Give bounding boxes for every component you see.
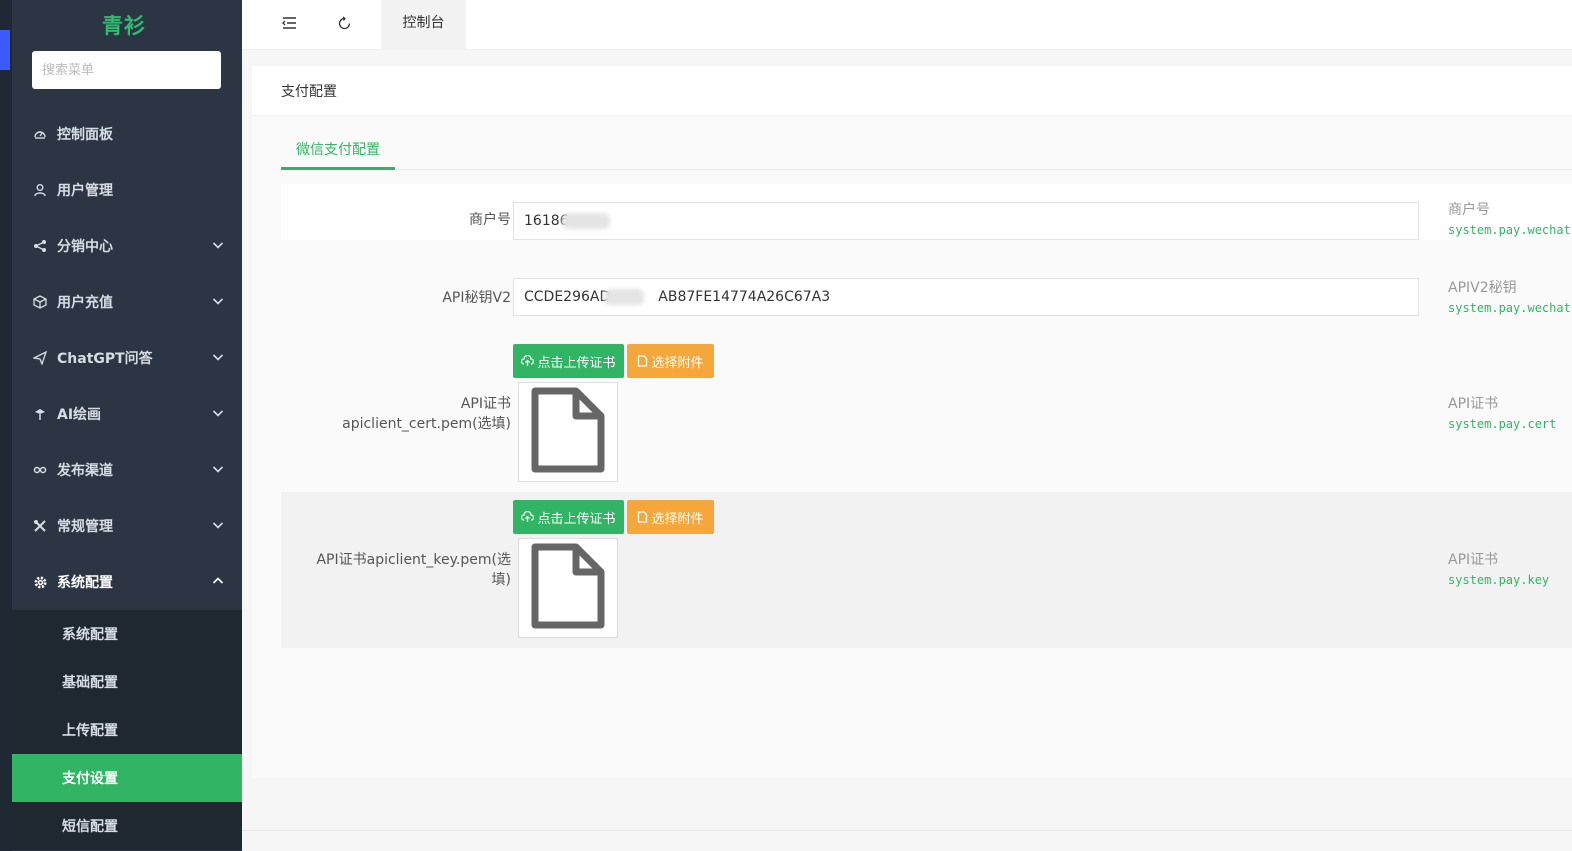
upload-cert-button[interactable]: 点击上传证书	[513, 344, 624, 378]
share-icon	[32, 238, 48, 254]
submenu-item-system-config[interactable]: 系统配置	[12, 610, 242, 658]
help-code: system.pay.cert	[1448, 417, 1557, 431]
payment-config-card: 支付配置 微信支付配置 商户号 商户号 system.pay.wechat AP…	[252, 66, 1572, 778]
redaction-blur	[562, 213, 610, 229]
sidebar-item-label: 用户管理	[57, 183, 113, 199]
left-edge-accent	[0, 30, 10, 70]
field-label: 商户号	[469, 212, 511, 228]
field-help: 商户号 system.pay.wechat	[1448, 200, 1571, 240]
sidebar-item-channels[interactable]: 发布渠道	[12, 442, 242, 498]
left-edge-strip	[0, 0, 12, 851]
tools-icon	[32, 518, 48, 534]
sidebar-item-users[interactable]: 用户管理	[12, 162, 242, 218]
choose-attachment-button[interactable]: 选择附件	[627, 500, 714, 534]
chevron-down-icon	[212, 463, 224, 475]
form-row-api-key-file: API证书apiclient_key.pem(选填) 点击上传证书 选择附件 A…	[281, 492, 1572, 648]
card-title: 支付配置	[252, 66, 1572, 116]
sidebar-item-recharge[interactable]: 用户充值	[12, 274, 242, 330]
config-tabs: 微信支付配置	[281, 130, 1572, 170]
sidebar-item-label: 发布渠道	[57, 463, 113, 479]
key-file-preview[interactable]	[518, 538, 618, 638]
upload-cert-button[interactable]: 点击上传证书	[513, 500, 624, 534]
help-title: APIV2秘钥	[1448, 280, 1517, 296]
sidebar-item-general[interactable]: 常规管理	[12, 498, 242, 554]
button-label: 选择附件	[651, 355, 704, 371]
footer-divider	[242, 830, 1572, 831]
sidebar-submenu-system: 系统配置 基础配置 上传配置 支付设置 短信配置	[12, 610, 242, 850]
cube-icon	[32, 294, 48, 310]
chevron-down-icon	[212, 351, 224, 363]
form-row-api-cert: API证书apiclient_cert.pem(选填) 点击上传证书 选择附件 …	[281, 332, 1572, 492]
chevron-down-icon	[212, 519, 224, 531]
chevron-down-icon	[212, 407, 224, 419]
api-key-input[interactable]: CCDE296AD AB87FE14774A26C67A3	[513, 278, 1419, 316]
user-icon	[32, 182, 48, 198]
sidebar-item-dashboard[interactable]: 控制面板	[12, 106, 242, 162]
chevron-down-icon	[212, 295, 224, 307]
refresh-button[interactable]	[319, 0, 369, 50]
cert-file-preview[interactable]	[518, 382, 618, 482]
send-icon	[32, 350, 48, 366]
help-code: system.pay.key	[1448, 573, 1550, 587]
help-title: 商户号	[1448, 202, 1490, 218]
submenu-item-sms-config[interactable]: 短信配置	[12, 802, 242, 850]
file-icon	[637, 355, 648, 367]
field-help: APIV2秘钥 system.pay.wechat	[1448, 278, 1571, 318]
submenu-item-basic-config[interactable]: 基础配置	[12, 658, 242, 706]
sidebar-item-label: ChatGPT问答	[57, 351, 153, 367]
choose-attachment-button[interactable]: 选择附件	[627, 344, 714, 378]
cloud-upload-icon	[521, 511, 535, 523]
field-label: API证书apiclient_key.pem(选填)	[316, 552, 511, 588]
merchant-id-input[interactable]	[513, 202, 1419, 240]
redaction-blur	[604, 289, 644, 305]
file-icon	[637, 511, 648, 523]
link-icon	[32, 462, 48, 478]
field-label: API证书apiclient_cert.pem(选填)	[342, 396, 511, 432]
button-label: 点击上传证书	[537, 511, 616, 527]
sidebar-item-label: 系统配置	[57, 575, 113, 591]
menu-fold-icon	[281, 16, 297, 34]
chevron-up-icon	[212, 575, 224, 587]
submenu-item-upload-config[interactable]: 上传配置	[12, 706, 242, 754]
sidebar: 青衫 控制面板 用户管理 分销中心 用户充值	[12, 0, 242, 851]
sidebar-item-distribution[interactable]: 分销中心	[12, 218, 242, 274]
api-key-value-start: CCDE296AD	[524, 289, 611, 305]
document-icon	[530, 387, 606, 477]
submenu-item-payment-settings[interactable]: 支付设置	[12, 754, 242, 802]
dashboard-icon	[32, 126, 48, 142]
help-code: system.pay.wechat	[1448, 301, 1571, 315]
sidebar-menu: 控制面板 用户管理 分销中心 用户充值 ChatGPT问答 AI绘画 发布渠道 …	[12, 106, 242, 850]
menu-fold-button[interactable]	[264, 0, 314, 50]
field-label: API秘钥V2	[442, 290, 511, 306]
sidebar-item-label: 控制面板	[57, 127, 113, 143]
sidebar-item-ai-drawing[interactable]: AI绘画	[12, 386, 242, 442]
document-icon	[530, 543, 606, 633]
brush-icon	[32, 406, 48, 422]
chevron-down-icon	[212, 239, 224, 251]
api-key-value-end: AB87FE14774A26C67A3	[658, 289, 831, 305]
button-label: 选择附件	[651, 511, 704, 527]
help-title: API证书	[1448, 396, 1499, 412]
form-row-merchant-id: 商户号 商户号 system.pay.wechat	[281, 184, 1572, 240]
tab-wechat-pay[interactable]: 微信支付配置	[281, 130, 395, 170]
sidebar-item-label: AI绘画	[57, 407, 102, 423]
form-row-api-key: API秘钥V2 CCDE296AD AB87FE14774A26C67A3 AP…	[281, 240, 1572, 332]
help-code: system.pay.wechat	[1448, 223, 1571, 237]
top-bar: 控制台	[242, 0, 1572, 50]
sidebar-item-chatgpt[interactable]: ChatGPT问答	[12, 330, 242, 386]
field-help: API证书 system.pay.key	[1448, 550, 1549, 590]
tab-console[interactable]: 控制台	[381, 0, 466, 50]
field-help: API证书 system.pay.cert	[1448, 394, 1556, 434]
sidebar-item-system[interactable]: 系统配置	[12, 554, 242, 610]
sidebar-item-label: 分销中心	[57, 239, 113, 255]
refresh-icon	[337, 16, 352, 35]
gear-icon	[32, 574, 48, 590]
sidebar-item-label: 常规管理	[57, 519, 113, 535]
search-input[interactable]	[32, 51, 221, 89]
help-title: API证书	[1448, 552, 1499, 568]
brand-logo: 青衫	[102, 14, 146, 38]
button-label: 点击上传证书	[537, 355, 616, 371]
sidebar-item-label: 用户充值	[57, 295, 113, 311]
cloud-upload-icon	[521, 355, 535, 367]
